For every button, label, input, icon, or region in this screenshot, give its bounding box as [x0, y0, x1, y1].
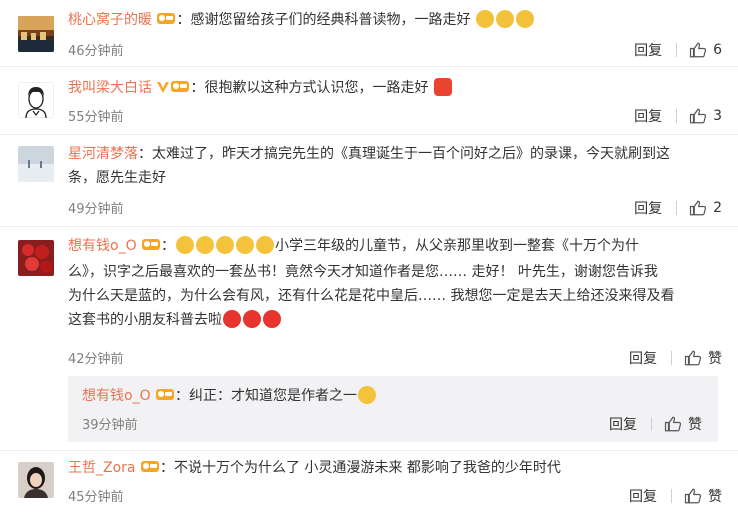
sub-reply: 想有钱o_O ：纠正：才知道您是作者之一 39分钟前 回复 赞 — [68, 376, 718, 442]
comment-text: ：太难过了，昨天才搞完先生的《真理诞生于一百个问好之后》的录课，今天就刷到这 — [138, 146, 670, 162]
comment-divider — [0, 134, 738, 135]
pray-emoji — [515, 10, 534, 28]
like-label: 赞 — [708, 489, 722, 505]
comment-text-line: 这套书的小朋友科普去啦 — [68, 312, 222, 328]
comment-text: ：很抱歉以这种方式认识您，一路走好 — [190, 80, 429, 96]
thumbs-up-icon — [689, 108, 707, 124]
reply-button[interactable]: 回复 — [634, 40, 662, 60]
comment-time: 49分钟前 — [68, 202, 124, 217]
action-divider — [671, 489, 672, 503]
comment-divider — [0, 450, 738, 451]
vip-badge-icon — [170, 78, 190, 102]
vip-badge-icon — [140, 458, 160, 482]
comment-text: ：不说十万个为什么了 小灵通漫游未来 都影响了我爸的少年时代 — [159, 460, 561, 476]
vip-badge-icon — [141, 236, 161, 260]
thumbs-up-icon — [689, 42, 707, 58]
candle-emoji — [433, 78, 452, 96]
like-button[interactable]: 赞 — [684, 348, 722, 368]
reply-button[interactable]: 回复 — [634, 198, 662, 218]
thumbs-up-icon — [684, 488, 702, 504]
like-button[interactable]: 赞 — [664, 414, 702, 434]
action-divider — [651, 417, 652, 431]
crying-emoji — [256, 236, 275, 254]
heart-emoji — [263, 310, 281, 328]
crying-emoji — [358, 386, 377, 404]
heart-emoji — [243, 310, 261, 328]
heart-emoji — [223, 310, 241, 328]
action-divider — [676, 109, 678, 123]
thumbs-up-icon — [664, 416, 682, 432]
like-count: 2 — [713, 200, 722, 216]
crying-emoji — [236, 236, 255, 254]
username[interactable]: 我叫梁大白话 — [68, 80, 152, 96]
vip-badge-icon — [156, 10, 176, 34]
like-label: 赞 — [708, 351, 722, 367]
comment-divider — [0, 66, 738, 67]
like-count: 3 — [713, 108, 722, 124]
comment-time: 42分钟前 — [68, 352, 124, 367]
avatar[interactable] — [18, 462, 54, 498]
thumbs-up-icon — [689, 200, 707, 216]
avatar[interactable] — [18, 82, 54, 118]
comment-time: 55分钟前 — [68, 110, 124, 125]
crying-emoji — [176, 236, 195, 254]
crying-emoji — [196, 236, 215, 254]
comment-text-line: 为什么天是蓝的，为什么会有风，还有什么花是花中皇后…… 我想您一定是去天上给还没… — [68, 288, 675, 304]
comment-time: 45分钟前 — [68, 490, 124, 505]
comment-text-line: 条，愿先生走好 — [68, 170, 166, 186]
avatar[interactable] — [18, 240, 54, 276]
like-button[interactable]: 3 — [689, 107, 722, 125]
like-count: 6 — [713, 42, 722, 58]
reply-button[interactable]: 回复 — [634, 106, 662, 126]
comment-feed: 桃心窝子的暖 ：感谢您留给孩子们的经典科普读物，一路走好 46分钟前 回复 6 — [0, 0, 738, 512]
comment-text: ：感谢您留给孩子们的经典科普读物，一路走好 — [176, 12, 471, 28]
vip-badge-icon — [155, 386, 175, 410]
comment-time: 46分钟前 — [68, 44, 124, 59]
comment-text-line: 么》，识字之后最喜欢的一套丛书！竟然今天才知道作者是您…… 走好！ 叶先生，谢谢… — [68, 264, 658, 280]
reply-button[interactable]: 回复 — [609, 414, 637, 434]
pray-emoji — [475, 10, 494, 28]
comment-divider — [0, 226, 738, 227]
pray-emoji — [495, 10, 514, 28]
username[interactable]: 王哲_Zora — [68, 460, 136, 476]
like-label: 赞 — [688, 417, 702, 433]
username[interactable]: 想有钱o_O — [82, 388, 151, 404]
avatar[interactable] — [18, 16, 54, 52]
reply-button[interactable]: 回复 — [629, 348, 657, 368]
action-divider — [671, 351, 672, 365]
action-divider — [676, 43, 678, 57]
thumbs-up-icon — [684, 350, 702, 366]
like-button[interactable]: 赞 — [684, 486, 722, 506]
verified-v-icon — [156, 78, 170, 102]
reply-button[interactable]: 回复 — [629, 486, 657, 506]
like-button[interactable]: 6 — [689, 41, 722, 59]
crying-emoji — [216, 236, 235, 254]
action-divider — [676, 201, 678, 215]
like-button[interactable]: 2 — [689, 199, 722, 217]
avatar[interactable] — [18, 146, 54, 182]
username[interactable]: 想有钱o_O — [68, 238, 137, 254]
comment-text: 小学三年级的儿童节，从父亲那里收到一整套《十万个为什 — [275, 238, 640, 254]
comment-time: 39分钟前 — [82, 418, 138, 433]
comment-text: ：纠正：才知道您是作者之一 — [175, 388, 358, 404]
username[interactable]: 星河清梦落 — [68, 146, 138, 162]
username[interactable]: 桃心窝子的暖 — [68, 12, 152, 28]
